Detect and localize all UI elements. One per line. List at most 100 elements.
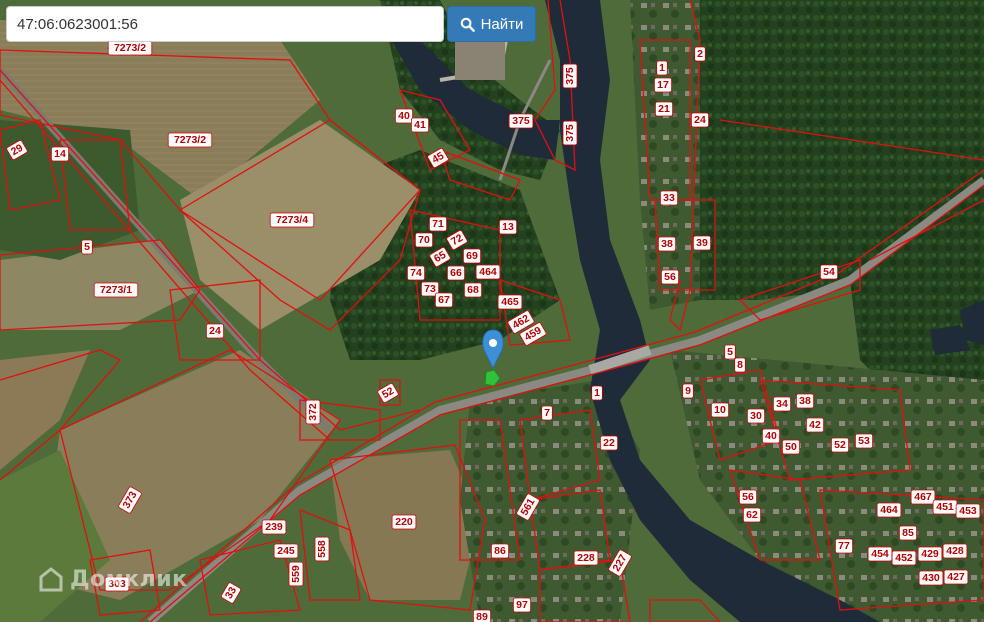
parcel-label[interactable]: 375: [562, 63, 578, 89]
parcel-number: 33: [663, 192, 675, 204]
parcel-label[interactable]: 85: [898, 525, 918, 541]
parcel-label[interactable]: 56: [660, 269, 680, 285]
parcel-number: 2: [697, 48, 703, 60]
parcel-label[interactable]: 239: [261, 519, 287, 535]
map-canvas[interactable]: 7273/27273/27273/47273/13753753752117212…: [0, 0, 984, 622]
search-input[interactable]: [6, 6, 444, 42]
parcel-label[interactable]: 71: [428, 216, 448, 232]
parcel-label[interactable]: 67: [434, 292, 454, 308]
parcel-label[interactable]: 74: [406, 265, 426, 281]
parcel-label[interactable]: 50: [781, 439, 801, 455]
parcel-label[interactable]: 558: [314, 536, 330, 562]
parcel-label[interactable]: 56: [738, 489, 758, 505]
parcel-number: 42: [809, 419, 821, 431]
parcel-label[interactable]: 10: [710, 402, 730, 418]
parcel-label[interactable]: 1: [656, 60, 668, 76]
parcel-label[interactable]: 429: [917, 546, 943, 562]
parcel-number: 454: [871, 548, 889, 560]
parcel-number: 9: [685, 385, 691, 397]
parcel-label[interactable]: 14: [50, 146, 70, 162]
parcel-label[interactable]: 38: [795, 393, 815, 409]
parcel-number: 375: [512, 115, 530, 127]
parcel-label[interactable]: 5: [724, 344, 736, 360]
parcel-label[interactable]: 7273/2: [107, 40, 153, 56]
parcel-label[interactable]: 77: [834, 538, 854, 554]
parcel-label[interactable]: 39: [692, 235, 712, 251]
parcel-label[interactable]: 33: [659, 190, 679, 206]
parcel-label[interactable]: 40: [761, 428, 781, 444]
parcel-label[interactable]: 372: [305, 399, 321, 425]
parcel-label[interactable]: 17: [653, 77, 673, 93]
parcel-label[interactable]: 375: [508, 113, 534, 129]
parcel-number: 427: [947, 571, 965, 583]
parcel-label[interactable]: 430: [918, 570, 944, 586]
parcel-label[interactable]: 70: [414, 232, 434, 248]
parcel-number: 39: [696, 237, 708, 249]
parcel-number: 7273/2: [174, 134, 206, 146]
parcel-label[interactable]: 40: [394, 108, 414, 124]
parcel-number: 21: [658, 103, 670, 115]
parcel-label[interactable]: 30: [746, 408, 766, 424]
parcel-label[interactable]: 228: [573, 550, 599, 566]
parcel-label[interactable]: 7273/2: [167, 132, 213, 148]
parcel-label[interactable]: 86: [490, 543, 510, 559]
parcel-number: 7: [544, 407, 550, 419]
parcel-label[interactable]: 22: [599, 435, 619, 451]
parcel-label[interactable]: 53: [854, 433, 874, 449]
parcel-label[interactable]: 7: [541, 405, 553, 421]
parcel-label[interactable]: 52: [830, 437, 850, 453]
parcel-label[interactable]: 62: [742, 507, 762, 523]
parcel-label[interactable]: 38: [657, 236, 677, 252]
parcel-label[interactable]: 452: [891, 550, 917, 566]
parcel-label[interactable]: 42: [805, 417, 825, 433]
parcel-label[interactable]: 428: [942, 543, 968, 559]
parcel-number: 1: [594, 387, 600, 399]
parcel-label[interactable]: 66: [446, 265, 466, 281]
parcel-label[interactable]: 1: [591, 385, 603, 401]
parcel-number: 372: [307, 403, 319, 421]
parcel-label[interactable]: 375: [562, 120, 578, 146]
parcel-label[interactable]: 7273/4: [269, 212, 315, 228]
parcel-label[interactable]: 5: [81, 239, 93, 255]
parcel-label[interactable]: 467: [910, 489, 936, 505]
parcel-number: 24: [209, 325, 221, 337]
parcel-number: 50: [785, 441, 797, 453]
parcel-label[interactable]: 24: [690, 112, 710, 128]
parcel-label[interactable]: 2: [694, 46, 706, 62]
parcel-label[interactable]: 21: [654, 101, 674, 117]
parcel-number: 464: [880, 504, 898, 516]
parcel-label[interactable]: 245: [273, 543, 299, 559]
parcel-number: 428: [946, 545, 964, 557]
parcel-label[interactable]: 427: [943, 569, 969, 585]
parcel-number: 1: [659, 62, 665, 74]
parcel-label[interactable]: 559: [288, 561, 304, 587]
parcel-number: 464: [479, 266, 497, 278]
parcel-label[interactable]: 68: [463, 282, 483, 298]
parcel-label[interactable]: 89: [473, 609, 491, 622]
parcel-label[interactable]: 454: [867, 546, 893, 562]
parcel-label[interactable]: 9: [682, 383, 694, 399]
parcel-label[interactable]: 41: [410, 117, 430, 133]
parcel-number: 68: [467, 284, 479, 296]
parcel-label[interactable]: 13: [498, 219, 518, 235]
parcel-label[interactable]: 34: [772, 396, 792, 412]
parcel-label[interactable]: 69: [462, 248, 482, 264]
parcel-label[interactable]: 464: [876, 502, 902, 518]
parcel-number: 66: [450, 267, 462, 279]
parcel-label[interactable]: 220: [391, 514, 417, 530]
parcel-label[interactable]: 465: [497, 294, 523, 310]
parcel-label[interactable]: 24: [205, 323, 225, 339]
parcel-label[interactable]: 97: [512, 597, 532, 613]
parcel-number: 430: [922, 572, 940, 584]
parcel-label[interactable]: 7273/1: [93, 282, 139, 298]
search-button[interactable]: Найти: [447, 6, 536, 42]
parcel-number: 85: [902, 527, 914, 539]
parcel-label[interactable]: 8: [734, 357, 746, 373]
parcel-label[interactable]: 453: [955, 503, 981, 519]
parcel-label[interactable]: 54: [819, 264, 839, 280]
parcel-number: 70: [418, 234, 430, 246]
parcel-number: 465: [501, 296, 519, 308]
parcel-label[interactable]: 464: [475, 264, 501, 280]
search-icon: [460, 17, 475, 32]
parcel-label[interactable]: 451: [932, 499, 958, 515]
